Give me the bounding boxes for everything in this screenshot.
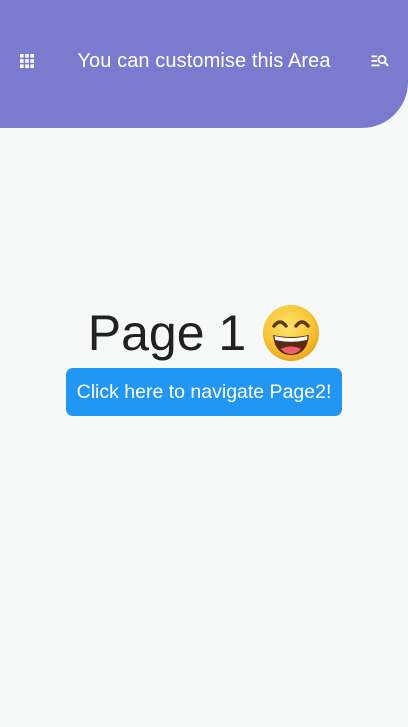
manage-search-button[interactable] <box>356 37 404 85</box>
heading-row: Page 1 <box>88 300 320 366</box>
navigate-page2-button[interactable]: Click here to navigate Page2! <box>65 368 343 416</box>
app-bar: You can customise this Area <box>0 0 408 128</box>
app-bar-row: You can customise this Area <box>0 37 408 85</box>
page-content: Page 1 Click here to navigate Page2! <box>0 300 408 416</box>
page-title: Page 1 <box>87 305 247 361</box>
app-bar-title: You can customise this Area <box>77 50 331 72</box>
grinning-face-emoji-icon <box>263 305 320 361</box>
manage-search-icon <box>371 55 389 67</box>
